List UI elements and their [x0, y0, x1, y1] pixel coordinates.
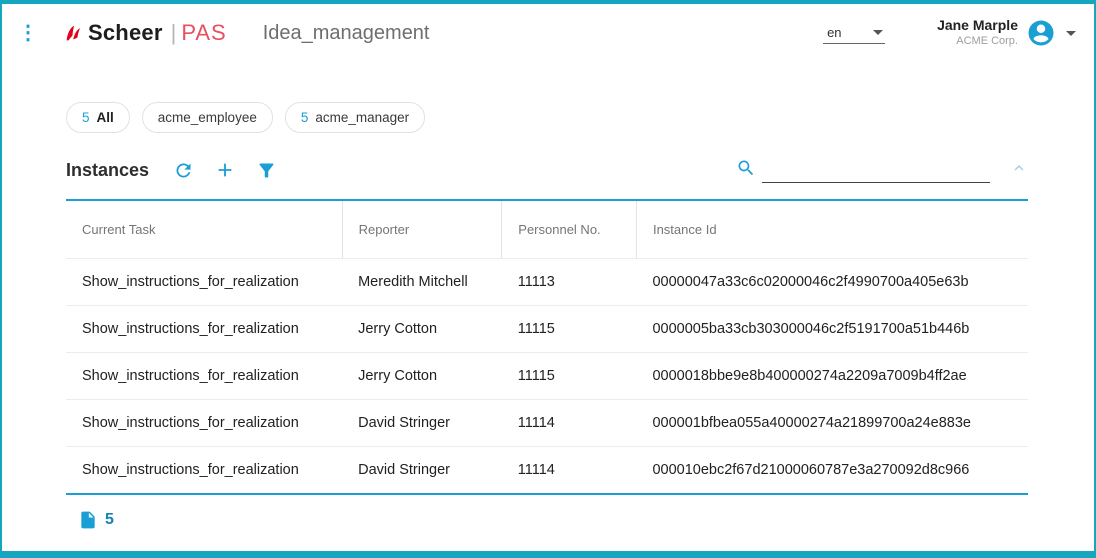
search-input[interactable]	[762, 161, 990, 183]
cell-current-task: Show_instructions_for_realization	[66, 259, 342, 306]
instance-count: 5	[105, 511, 114, 529]
instances-toolbar: Instances	[66, 155, 1028, 185]
table-row[interactable]: Show_instructions_for_realization Jerry …	[66, 306, 1028, 353]
user-menu[interactable]: Jane Marple ACME Corp.	[937, 17, 1076, 48]
cell-current-task: Show_instructions_for_realization	[66, 353, 342, 400]
user-company: ACME Corp.	[937, 35, 1018, 49]
cell-instance-id: 00000047a33c6c02000046c2f4990700a405e63b	[636, 259, 1028, 306]
search-icon[interactable]	[736, 158, 756, 183]
document-count-icon	[78, 510, 98, 530]
cell-instance-id: 0000018bbe9e8b400000274a2209a7009b4ff2ae	[636, 353, 1028, 400]
filter-icon[interactable]	[256, 160, 277, 181]
cell-reporter: Jerry Cotton	[342, 306, 502, 353]
instances-table: Current Task Reporter Personnel No. Inst…	[66, 199, 1028, 495]
cell-personnel-no: 11113	[502, 259, 637, 306]
cell-current-task: Show_instructions_for_realization	[66, 400, 342, 447]
table-row[interactable]: Show_instructions_for_realization David …	[66, 400, 1028, 447]
cell-current-task: Show_instructions_for_realization	[66, 447, 342, 495]
cell-reporter: David Stringer	[342, 447, 502, 495]
instances-table-body: Show_instructions_for_realization Meredi…	[66, 259, 1028, 495]
search-group	[736, 158, 990, 183]
cell-personnel-no: 11114	[502, 400, 637, 447]
cell-instance-id: 000010ebc2f67d21000060787e3a270092d8c966	[636, 447, 1028, 495]
chip-label: acme_manager	[315, 110, 409, 125]
language-value: en	[827, 25, 841, 40]
section-title: Instances	[66, 160, 149, 181]
column-header-instance-id[interactable]: Instance Id	[636, 200, 1028, 259]
cell-reporter: Meredith Mitchell	[342, 259, 502, 306]
cell-reporter: David Stringer	[342, 400, 502, 447]
chevron-down-icon	[873, 30, 883, 35]
chip-acme-manager[interactable]: 5 acme_manager	[285, 102, 425, 133]
chip-label: acme_employee	[158, 110, 257, 125]
page-title: Idea_management	[263, 22, 430, 45]
chip-all[interactable]: 5 All	[66, 102, 130, 133]
header-bar: ⋮ Scheer | PAS Idea_management en Jane M…	[2, 4, 1094, 62]
scheer-logo-icon	[62, 22, 84, 44]
refresh-icon[interactable]	[173, 160, 194, 181]
avatar-icon[interactable]	[1026, 18, 1056, 48]
chip-count: 5	[301, 110, 309, 125]
instances-table-wrap: Current Task Reporter Personnel No. Inst…	[66, 199, 1028, 495]
cell-instance-id: 000001bfbea055a40000274a21899700a24e883e	[636, 400, 1028, 447]
cell-personnel-no: 11115	[502, 306, 637, 353]
chip-acme-employee[interactable]: acme_employee	[142, 102, 273, 133]
user-text: Jane Marple ACME Corp.	[937, 17, 1018, 48]
table-row[interactable]: Show_instructions_for_realization David …	[66, 447, 1028, 495]
cell-reporter: Jerry Cotton	[342, 353, 502, 400]
table-row[interactable]: Show_instructions_for_realization Jerry …	[66, 353, 1028, 400]
app-window: ⋮ Scheer | PAS Idea_management en Jane M…	[0, 0, 1096, 558]
column-header-reporter[interactable]: Reporter	[342, 200, 502, 259]
cell-personnel-no: 11114	[502, 447, 637, 495]
table-header: Current Task Reporter Personnel No. Inst…	[66, 200, 1028, 259]
brand-divider: |	[171, 20, 177, 46]
table-footer: 5	[78, 510, 1028, 530]
add-icon[interactable]	[214, 159, 236, 181]
menu-kebab-icon[interactable]: ⋮	[18, 23, 38, 43]
brand-suffix: PAS	[181, 20, 226, 46]
brand-logo: Scheer | PAS	[62, 20, 227, 46]
cell-current-task: Show_instructions_for_realization	[66, 306, 342, 353]
language-select[interactable]: en	[823, 23, 885, 44]
chip-label: All	[97, 110, 114, 125]
filter-chips-row: 5 All acme_employee 5 acme_manager	[2, 102, 1094, 133]
cell-personnel-no: 11115	[502, 353, 637, 400]
chevron-down-icon[interactable]	[1066, 31, 1076, 36]
column-header-personnel-no[interactable]: Personnel No.	[502, 200, 637, 259]
collapse-chevron-up-icon[interactable]	[1010, 159, 1028, 182]
brand-name: Scheer	[88, 20, 163, 46]
column-header-current-task[interactable]: Current Task	[66, 200, 342, 259]
cell-instance-id: 0000005ba33cb303000046c2f5191700a51b446b	[636, 306, 1028, 353]
user-name: Jane Marple	[937, 17, 1018, 35]
chip-count: 5	[82, 110, 90, 125]
table-row[interactable]: Show_instructions_for_realization Meredi…	[66, 259, 1028, 306]
